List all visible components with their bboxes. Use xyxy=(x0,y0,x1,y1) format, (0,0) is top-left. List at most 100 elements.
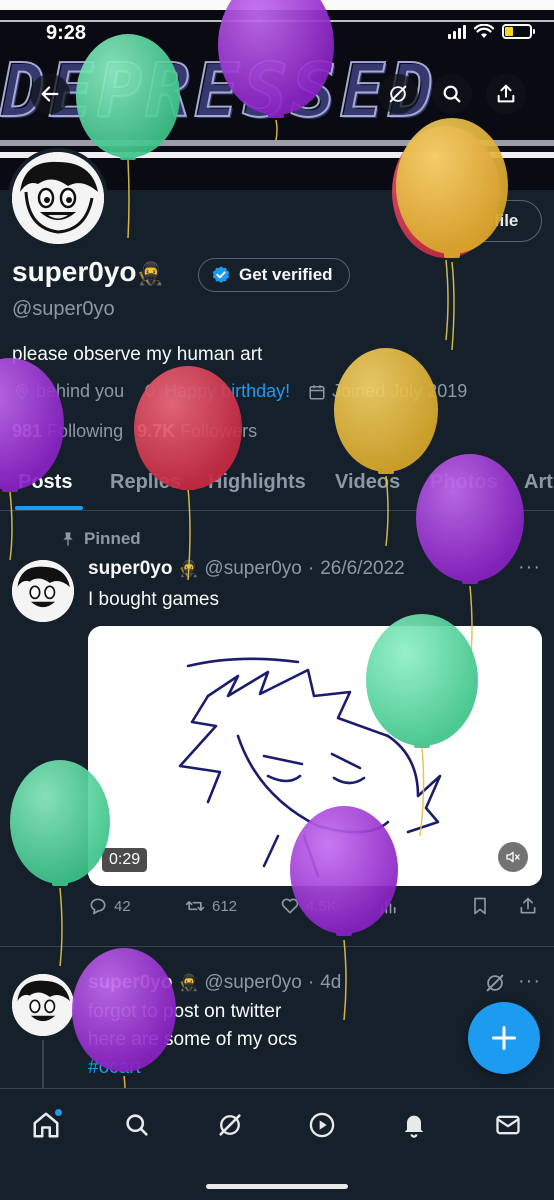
bookmark-button[interactable] xyxy=(470,896,490,916)
tab-highlights[interactable]: Highlights xyxy=(208,471,306,494)
search-button[interactable] xyxy=(432,74,472,114)
bookmark-icon xyxy=(474,897,486,915)
post-author[interactable]: super0yo xyxy=(88,972,172,994)
heart-icon xyxy=(281,898,299,914)
grok-slash-circle-icon[interactable] xyxy=(484,972,506,994)
tab-replies[interactable]: Replies xyxy=(110,471,181,494)
reply-icon xyxy=(90,898,106,915)
joined-text: Joined July 2019 xyxy=(332,381,468,401)
hashtag-link[interactable]: #ocart xyxy=(88,1054,297,1082)
profile-bio: please observe my human art xyxy=(12,344,263,365)
speaker-muted-icon xyxy=(506,851,520,863)
followers-label: Followers xyxy=(180,421,258,441)
reply-count: 42 xyxy=(114,897,131,915)
share-icon xyxy=(497,84,515,103)
arrow-left-icon xyxy=(41,86,59,102)
banner-stripe xyxy=(0,140,554,146)
location-text: behind you xyxy=(36,381,125,401)
location-pin-icon xyxy=(15,383,29,400)
post-line: forgot to post on twitter xyxy=(88,1001,282,1022)
nav-home[interactable] xyxy=(26,1105,66,1145)
post-divider xyxy=(0,946,554,947)
profile-tabs: Posts Replies Highlights Videos Photos A… xyxy=(0,455,554,511)
more-options-button[interactable]: ··· xyxy=(518,556,541,579)
get-verified-label: Get verified xyxy=(239,265,333,284)
play-icon xyxy=(309,1112,335,1138)
display-name: super0yo🥷 xyxy=(12,256,164,288)
pinned-label: Pinned xyxy=(84,529,141,548)
birthday-item[interactable]: Happy birthday! xyxy=(142,381,290,402)
location-item: behind you xyxy=(14,381,124,402)
balloon-icon xyxy=(145,383,155,399)
follow-stats: 981 Following 9.7K Followers xyxy=(12,421,257,442)
nav-messages[interactable] xyxy=(488,1105,528,1145)
bell-icon xyxy=(404,1115,424,1138)
post-handle[interactable]: @super0yo xyxy=(204,972,301,994)
analytics-icon xyxy=(381,900,396,914)
verified-badge-icon xyxy=(212,266,230,283)
home-indicator xyxy=(206,1184,348,1189)
like-button[interactable]: 4.5K xyxy=(280,896,337,916)
avatar-drawing xyxy=(12,974,74,1036)
share-button[interactable] xyxy=(486,74,526,114)
post-text: I bought games xyxy=(88,589,219,610)
profile-avatar[interactable] xyxy=(8,148,108,248)
post-date[interactable]: 4d xyxy=(320,972,341,994)
grok-button[interactable] xyxy=(378,74,418,114)
profile-handle: @super0yo xyxy=(12,298,115,320)
search-icon xyxy=(126,1114,148,1136)
separator-dot: · xyxy=(307,972,315,993)
nav-videos[interactable] xyxy=(302,1105,342,1145)
post-handle[interactable]: @super0yo xyxy=(204,558,301,580)
nav-grok[interactable] xyxy=(210,1105,250,1145)
mail-icon xyxy=(496,1115,520,1135)
ninja-emoji: 🥷 xyxy=(178,561,199,578)
nav-notifications[interactable] xyxy=(394,1105,434,1145)
share-post-button[interactable] xyxy=(518,896,538,916)
following-label: Following xyxy=(47,421,124,441)
video-duration: 0:29 xyxy=(102,848,148,872)
compose-post-button[interactable] xyxy=(468,1002,540,1074)
back-button[interactable] xyxy=(30,74,70,114)
thread-line xyxy=(42,1040,44,1088)
mute-button[interactable] xyxy=(498,842,528,872)
grok-icon xyxy=(219,1114,241,1136)
views-button[interactable] xyxy=(378,896,398,916)
post-actions: 42 612 4.5K xyxy=(88,896,542,924)
edit-profile-button[interactable]: Edit profile xyxy=(406,200,542,242)
like-count: 4.5K xyxy=(306,897,337,915)
following-link[interactable]: 981 Following xyxy=(12,421,123,442)
share-icon xyxy=(520,897,536,914)
get-verified-button[interactable]: Get verified xyxy=(198,258,350,292)
following-count: 981 xyxy=(12,421,43,441)
reply-button[interactable]: 42 xyxy=(88,896,131,916)
tab-art[interactable]: Art xyxy=(524,471,553,494)
display-name-text: super0yo xyxy=(12,256,137,287)
wifi-icon xyxy=(474,24,494,38)
more-options-button[interactable]: ··· xyxy=(518,970,541,993)
post-text: forgot to post on twitter here are some … xyxy=(88,998,297,1082)
profile-meta: behind you Happy birthday! Joined July 2… xyxy=(14,381,467,402)
repost-icon xyxy=(185,901,205,911)
birthday-text: Happy birthday! xyxy=(164,381,291,401)
tab-photos[interactable]: Photos xyxy=(430,471,498,494)
post-video[interactable]: 0:29 xyxy=(88,626,542,886)
joined-item: Joined July 2019 xyxy=(308,381,467,402)
tab-videos[interactable]: Videos xyxy=(335,471,400,494)
banner-stripe xyxy=(0,0,554,10)
repost-button[interactable]: 612 xyxy=(184,896,237,916)
post-date[interactable]: 26/6/2022 xyxy=(320,558,405,580)
post-author[interactable]: super0yo xyxy=(88,558,172,580)
ninja-emoji: 🥷 xyxy=(136,261,164,286)
tab-posts[interactable]: Posts xyxy=(18,471,72,494)
pinned-indicator: Pinned xyxy=(60,529,141,549)
repost-count: 612 xyxy=(212,897,238,915)
grok-slash-circle-icon xyxy=(389,85,407,103)
post-avatar[interactable] xyxy=(12,974,74,1036)
battery-fill xyxy=(505,27,514,36)
notification-dot xyxy=(55,1109,62,1116)
followers-link[interactable]: 9.7K Followers xyxy=(137,421,257,442)
video-drawing xyxy=(88,626,542,886)
post-avatar[interactable] xyxy=(12,560,74,622)
nav-search[interactable] xyxy=(117,1105,157,1145)
